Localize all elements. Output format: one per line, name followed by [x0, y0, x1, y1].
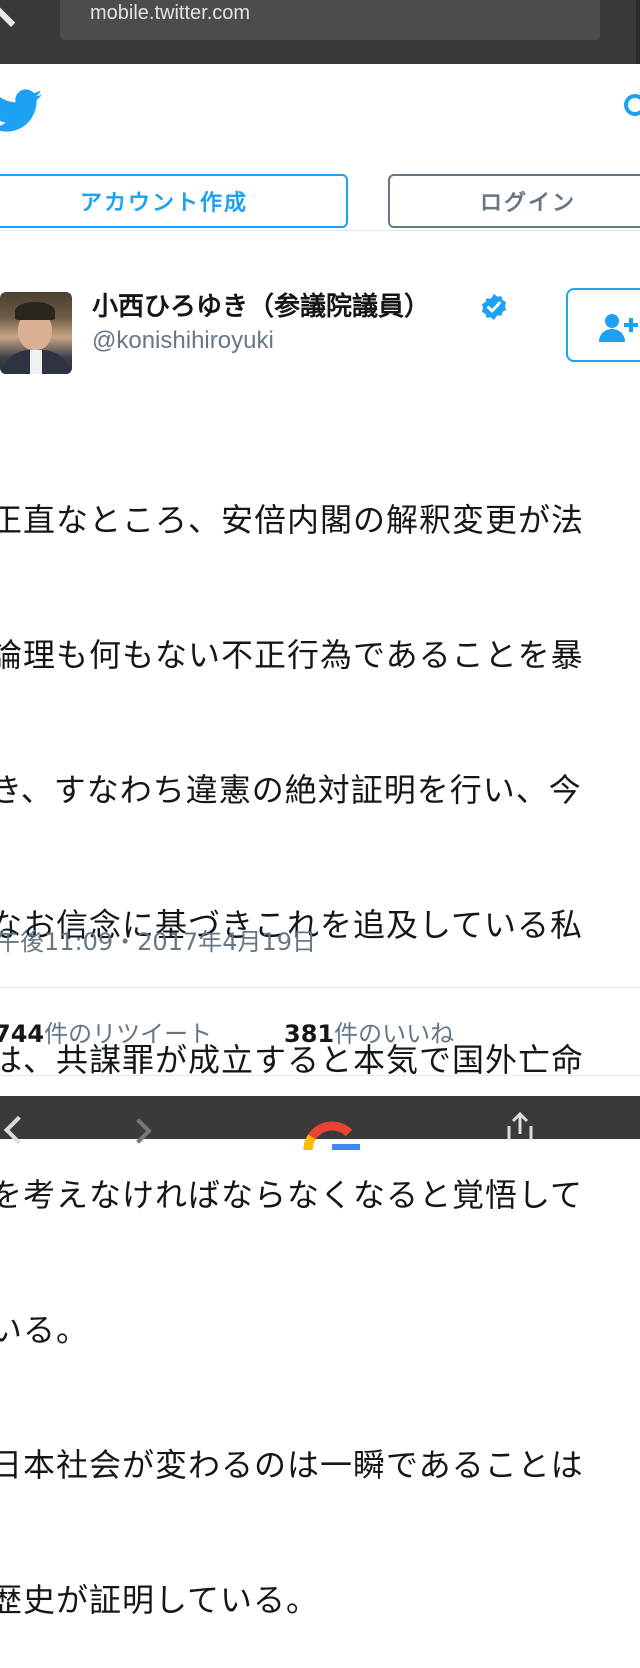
- retweet-label: 件のリツイート: [44, 1020, 213, 1048]
- tweet-stats: 744件のリツイート 381件のいいね: [0, 1014, 454, 1049]
- back-icon[interactable]: [0, 0, 36, 28]
- like-count: 381: [284, 1020, 335, 1048]
- tweet-text-line: を考えなければならなくなると覚悟して: [0, 1176, 584, 1214]
- signup-button[interactable]: アカウント作成: [0, 174, 348, 228]
- like-stat[interactable]: 381件のいいね: [284, 1014, 454, 1049]
- verified-badge-icon: [481, 294, 507, 320]
- tweet-timestamp[interactable]: 午後11:09・2017年4月19日: [0, 922, 316, 957]
- avatar-collar: [30, 350, 42, 374]
- url-text: mobile.twitter.com: [90, 2, 251, 24]
- tweet-text-line: 歴史が証明している。: [0, 1581, 320, 1619]
- like-label: 件のいいね: [334, 1020, 455, 1048]
- browser-bottom-toolbar: [0, 1096, 640, 1150]
- author-handle[interactable]: @konishihiroyuki: [92, 327, 274, 355]
- search-icon[interactable]: [622, 92, 640, 122]
- share-icon[interactable]: [505, 1112, 535, 1140]
- address-bar[interactable]: mobile.twitter.com: [60, 0, 600, 40]
- follow-button[interactable]: [566, 288, 640, 362]
- login-button[interactable]: ログイン: [388, 174, 640, 228]
- tweet-text-line: 論理も何もない不正行為であることを暴: [0, 636, 584, 674]
- divider: [0, 987, 640, 988]
- divider: [0, 230, 640, 231]
- chrome-edge: [636, 0, 640, 64]
- google-icon[interactable]: [302, 1110, 362, 1150]
- retweet-count: 744: [0, 1020, 45, 1048]
- avatar[interactable]: [0, 292, 72, 374]
- browser-top-bar: mobile.twitter.com: [0, 0, 640, 64]
- author-name[interactable]: 小西ひろゆき（参議院議員）: [92, 286, 430, 323]
- twitter-bird-icon[interactable]: [0, 89, 42, 133]
- tweet-text-line: 正直なところ、安倍内閣の解釈変更が法: [0, 501, 585, 539]
- avatar-hair: [15, 302, 55, 320]
- tweet-text-line: 日本社会が変わるのは一瞬であることは: [0, 1446, 584, 1484]
- retweet-stat[interactable]: 744件のリツイート: [0, 1020, 212, 1048]
- tweet-text-line: き、すなわち違憲の絶対証明を行い、今: [0, 771, 582, 809]
- follow-user-icon: [599, 314, 638, 342]
- tweet-text-line: いる。: [0, 1311, 90, 1349]
- divider: [0, 1075, 640, 1076]
- twitter-header: アカウント作成 ログイン: [0, 64, 640, 234]
